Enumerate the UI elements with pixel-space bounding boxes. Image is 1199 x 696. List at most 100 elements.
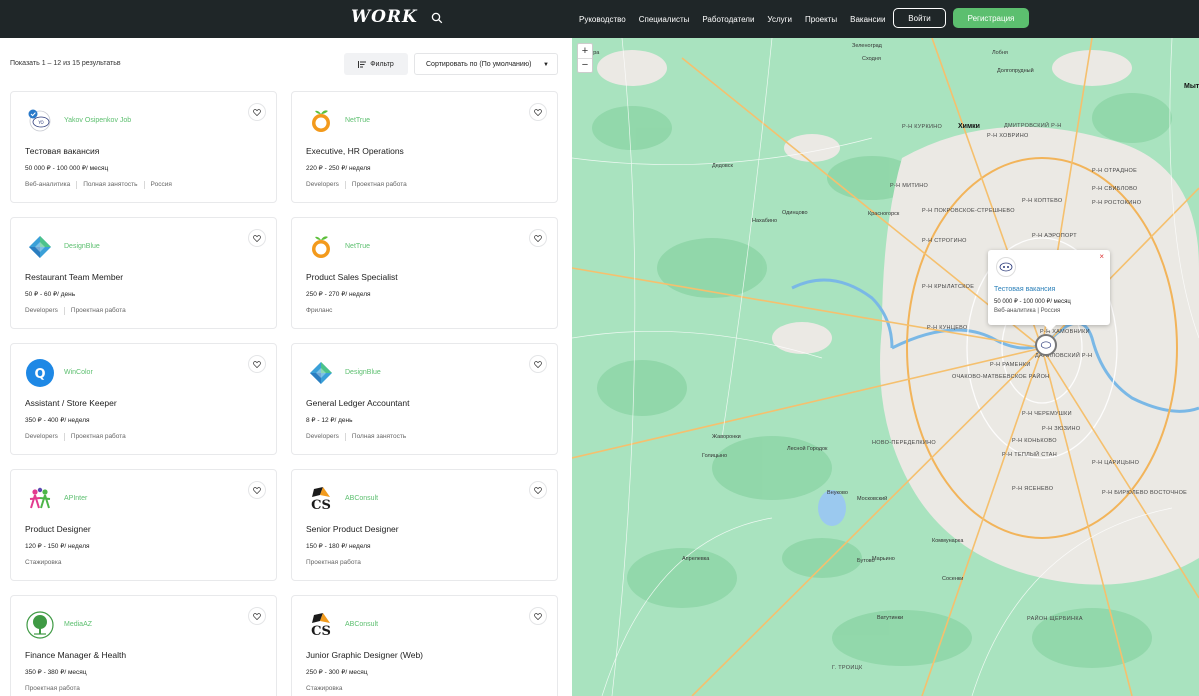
job-card[interactable]: APInter Product Designer 120 ₽ - 150 ₽/ … [10,469,277,581]
job-title[interactable]: Assistant / Store Keeper [25,398,117,408]
nav-specialists[interactable]: Специалисты [639,15,690,24]
job-tag[interactable]: Проектная работа [352,181,407,189]
popup-title[interactable]: Тестовая вакансия [994,286,1055,293]
job-tag[interactable]: Проектная работа [25,685,80,692]
map-marker-icon[interactable] [1035,334,1057,356]
job-card[interactable]: CS ABConsult Senior Product Designer 150… [291,469,558,581]
job-tag[interactable]: Проектная работа [71,307,126,315]
wincolor-logo-icon[interactable]: Q [25,358,55,388]
designblue-logo-icon[interactable] [25,232,55,262]
map-label: Р-Н ПОКРОВСКОЕ-СТРЕШНЕВО [922,208,1015,214]
job-tag[interactable]: Developers [306,181,339,189]
register-button[interactable]: Регистрация [953,8,1029,28]
zoom-in-button[interactable]: + [578,44,592,58]
job-tag[interactable]: Россия [151,181,172,189]
job-card[interactable]: DesignBlue General Ledger Accountant 8 ₽… [291,343,558,455]
job-title[interactable]: Тестовая вакансия [25,146,99,156]
heart-icon [253,108,261,116]
job-tag[interactable]: Developers [25,433,58,441]
search-icon[interactable] [431,12,443,24]
nav-projects[interactable]: Проекты [805,15,837,24]
job-tag[interactable]: Полная занятость [83,181,137,189]
map-label: РАЙОН ЩЕРБИНКА [1027,616,1083,622]
company-name[interactable]: MediaAZ [64,621,92,628]
job-tag[interactable]: Стажировка [25,559,61,566]
company-name[interactable]: ABConsult [345,621,378,628]
filter-label: Фильтр [370,60,394,68]
job-tag[interactable]: Проектная работа [306,559,361,566]
designblue-logo-icon[interactable] [306,358,336,388]
job-title[interactable]: Executive, HR Operations [306,146,404,156]
nav-employers[interactable]: Работодатели [702,15,754,24]
job-title[interactable]: Senior Product Designer [306,524,399,534]
heart-icon [534,612,542,620]
nav-services[interactable]: Услуги [767,15,792,24]
company-name[interactable]: DesignBlue [64,243,100,250]
favorite-button[interactable] [248,229,266,247]
favorite-button[interactable] [529,481,547,499]
favorite-button[interactable] [248,103,266,121]
map[interactable]: Химки Мытищ Р-Н КУРКИНО ДМИТРОВСКИЙ Р-Н Р-Н … [572,38,1199,696]
company-name[interactable]: WinColor [64,369,93,376]
favorite-button[interactable] [529,607,547,625]
heart-icon [534,234,542,242]
job-card[interactable]: NetTrue Executive, HR Operations 220 ₽ -… [291,91,558,203]
zoom-out-button[interactable]: − [578,57,592,72]
map-label: Р-Н КРЫЛАТСКОЕ [922,284,975,290]
company-name[interactable]: APInter [64,495,87,502]
login-button[interactable]: Войти [893,8,946,28]
job-tag[interactable]: Проектная работа [71,433,126,441]
job-card[interactable]: CS ABConsult Junior Graphic Designer (We… [291,595,558,696]
job-card[interactable]: DesignBlue Restaurant Team Member 50 ₽ -… [10,217,277,329]
job-tag[interactable]: Developers [25,307,58,315]
site-logo[interactable]: WORK [351,7,418,27]
map-label: НОВО-ПЕРЕДЕЛКИНО [872,440,937,446]
job-card[interactable]: Q WinColor Assistant / Store Keeper 350 … [10,343,277,455]
company-name[interactable]: DesignBlue [345,369,381,376]
favorite-button[interactable] [248,355,266,373]
nav-guide[interactable]: Руководство [579,15,626,24]
job-card[interactable]: MediaAZ Finance Manager & Health 350 ₽ -… [10,595,277,696]
company-name[interactable]: NetTrue [345,117,370,124]
sort-label: Сортировать по (По умолчанию) [426,60,532,68]
tag-separator [63,307,65,315]
job-tag[interactable]: Полная занятость [352,433,406,441]
apinter-logo-icon[interactable] [25,484,55,514]
job-tag[interactable]: Стажировка [306,685,342,692]
company-name[interactable]: ABConsult [345,495,378,502]
job-salary: 350 ₽ - 380 ₽/ месяц [25,669,87,676]
map-label: Красногорск [868,211,900,217]
company-name[interactable]: Yakov Osipenkov Job [64,117,131,124]
yo-logo-icon[interactable]: YO [25,106,55,136]
job-tag[interactable]: Веб-аналитика [25,181,70,189]
map-label: Р-Н КУНЦЕВО [927,325,968,331]
job-title[interactable]: Finance Manager & Health [25,650,126,660]
filter-button[interactable]: Фильтр [344,53,408,75]
favorite-button[interactable] [529,355,547,373]
abconsult-logo-icon[interactable]: CS [306,610,336,640]
sort-select[interactable]: Сортировать по (По умолчанию) ▼ [414,53,558,75]
orange-logo-icon[interactable] [306,232,336,262]
nav-vacancies[interactable]: Вакансии [850,15,885,24]
popup-close-icon[interactable]: × [1099,252,1104,261]
favorite-button[interactable] [529,229,547,247]
job-tag[interactable]: Developers [306,433,339,441]
job-tag[interactable]: Фриланс [306,307,332,314]
job-title[interactable]: Product Designer [25,524,91,534]
favorite-button[interactable] [529,103,547,121]
orange-logo-icon[interactable] [306,106,336,136]
job-title[interactable]: Product Sales Specialist [306,272,398,282]
company-name[interactable]: NetTrue [345,243,370,250]
job-card[interactable]: YO Yakov Osipenkov Job Тестовая вакансия… [10,91,277,203]
favorite-button[interactable] [248,481,266,499]
job-card[interactable]: NetTrue Product Sales Specialist 250 ₽ -… [291,217,558,329]
job-title[interactable]: Restaurant Team Member [25,272,123,282]
mediaaz-logo-icon[interactable] [25,610,55,640]
favorite-button[interactable] [248,607,266,625]
job-title[interactable]: General Ledger Accountant [306,398,410,408]
job-title[interactable]: Junior Graphic Designer (Web) [306,650,423,660]
abconsult-logo-icon[interactable]: CS [306,484,336,514]
results-count: Показать 1 – 12 из 15 результатьв [10,60,121,67]
heart-icon [534,360,542,368]
map-label: Р-Н СВИБЛОВО [1092,186,1138,192]
